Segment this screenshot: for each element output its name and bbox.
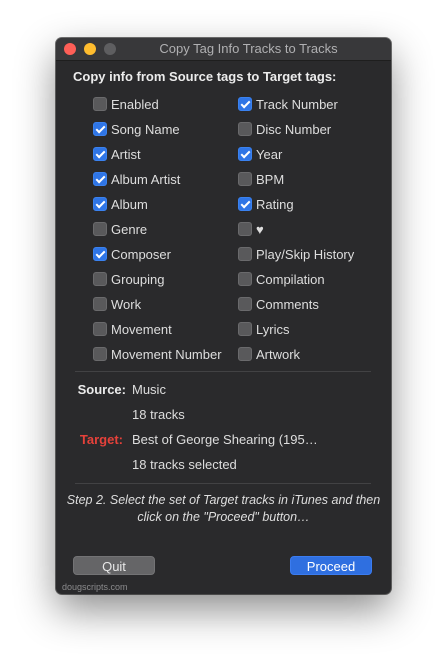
title-bar: Copy Tag Info Tracks to Tracks xyxy=(56,38,391,61)
checkbox-grouping[interactable] xyxy=(93,272,107,286)
checkbox-label-movement-number[interactable]: Movement Number xyxy=(111,347,222,362)
checkbox-genre[interactable] xyxy=(93,222,107,236)
tag-option-album[interactable]: Album xyxy=(93,196,148,212)
checkbox-label-rating[interactable]: Rating xyxy=(256,197,294,212)
checkbox-label-compilation[interactable]: Compilation xyxy=(256,272,325,287)
checkbox-label-composer[interactable]: Composer xyxy=(111,247,171,262)
tag-option-disc-number[interactable]: Disc Number xyxy=(238,121,331,137)
close-window-button[interactable] xyxy=(64,43,76,55)
checkbox-movement[interactable] xyxy=(93,322,107,336)
checkbox-label-grouping[interactable]: Grouping xyxy=(111,272,164,287)
minimize-window-button[interactable] xyxy=(84,43,96,55)
quit-button[interactable]: Quit xyxy=(73,556,155,575)
proceed-button[interactable]: Proceed xyxy=(290,556,372,575)
tag-option-artwork[interactable]: Artwork xyxy=(238,346,300,362)
tag-option-grouping[interactable]: Grouping xyxy=(93,271,164,287)
checkbox-label-bpm[interactable]: BPM xyxy=(256,172,284,187)
source-label: Source: xyxy=(77,382,126,397)
checkbox-enabled[interactable] xyxy=(93,97,107,111)
checkbox-label-artist[interactable]: Artist xyxy=(111,147,141,162)
tag-option-album-artist[interactable]: Album Artist xyxy=(93,171,180,187)
checkbox-label-play-skip-history[interactable]: Play/Skip History xyxy=(256,247,354,262)
checkbox-label-song-name[interactable]: Song Name xyxy=(111,122,180,137)
tag-option-play-skip-history[interactable]: Play/Skip History xyxy=(238,246,354,262)
checkbox-label-genre[interactable]: Genre xyxy=(111,222,147,237)
checkbox-label-work[interactable]: Work xyxy=(111,297,141,312)
tag-option-track-number[interactable]: Track Number xyxy=(238,96,338,112)
checkbox-label-disc-number[interactable]: Disc Number xyxy=(256,122,331,137)
checkbox-label-movement[interactable]: Movement xyxy=(111,322,172,337)
checkbox-label-album-artist[interactable]: Album Artist xyxy=(111,172,180,187)
checkbox-compilation[interactable] xyxy=(238,272,252,286)
checkbox-heart[interactable] xyxy=(238,222,252,236)
checkbox-comments[interactable] xyxy=(238,297,252,311)
target-label: Target: xyxy=(79,432,123,447)
tag-option-lyrics[interactable]: Lyrics xyxy=(238,321,289,337)
checkbox-artwork[interactable] xyxy=(238,347,252,361)
checkbox-label-lyrics[interactable]: Lyrics xyxy=(256,322,289,337)
instructions-heading: Copy info from Source tags to Target tag… xyxy=(73,69,337,84)
tag-option-rating[interactable]: Rating xyxy=(238,196,294,212)
checkbox-album-artist[interactable] xyxy=(93,172,107,186)
step-instructions: Step 2. Select the set of Target tracks … xyxy=(66,493,381,524)
checkbox-play-skip-history[interactable] xyxy=(238,247,252,261)
checkbox-track-number[interactable] xyxy=(238,97,252,111)
tag-option-comments[interactable]: Comments xyxy=(238,296,319,312)
dialog-window: Copy Tag Info Tracks to Tracks Copy info… xyxy=(56,38,391,594)
checkbox-label-heart[interactable]: ♥ xyxy=(256,222,264,237)
tag-option-song-name[interactable]: Song Name xyxy=(93,121,180,137)
tag-option-movement-number[interactable]: Movement Number xyxy=(93,346,222,362)
window-title: Copy Tag Info Tracks to Tracks xyxy=(159,41,338,56)
footer-credit: dougscripts.com xyxy=(62,582,128,592)
source-name: Music xyxy=(132,382,166,397)
checkbox-label-enabled[interactable]: Enabled xyxy=(111,97,159,112)
tag-option-compilation[interactable]: Compilation xyxy=(238,271,325,287)
divider-bottom xyxy=(75,483,371,484)
checkbox-song-name[interactable] xyxy=(93,122,107,136)
tag-option-enabled[interactable]: Enabled xyxy=(93,96,159,112)
checkbox-label-comments[interactable]: Comments xyxy=(256,297,319,312)
target-name: Best of George Shearing (195… xyxy=(132,432,318,447)
tag-option-movement[interactable]: Movement xyxy=(93,321,172,337)
checkbox-bpm[interactable] xyxy=(238,172,252,186)
checkbox-rating[interactable] xyxy=(238,197,252,211)
tag-option-year[interactable]: Year xyxy=(238,146,282,162)
checkbox-artist[interactable] xyxy=(93,147,107,161)
tag-option-bpm[interactable]: BPM xyxy=(238,171,284,187)
source-track-count: 18 tracks xyxy=(132,407,185,422)
checkbox-album[interactable] xyxy=(93,197,107,211)
checkbox-label-year[interactable]: Year xyxy=(256,147,282,162)
checkbox-lyrics[interactable] xyxy=(238,322,252,336)
divider-top xyxy=(75,371,371,372)
checkbox-work[interactable] xyxy=(93,297,107,311)
checkbox-year[interactable] xyxy=(238,147,252,161)
checkbox-composer[interactable] xyxy=(93,247,107,261)
tag-option-artist[interactable]: Artist xyxy=(93,146,141,162)
checkbox-disc-number[interactable] xyxy=(238,122,252,136)
zoom-window-button[interactable] xyxy=(104,43,116,55)
checkbox-label-album[interactable]: Album xyxy=(111,197,148,212)
target-track-count: 18 tracks selected xyxy=(132,457,237,472)
checkbox-label-track-number[interactable]: Track Number xyxy=(256,97,338,112)
tag-option-work[interactable]: Work xyxy=(93,296,141,312)
checkbox-label-artwork[interactable]: Artwork xyxy=(256,347,300,362)
tag-option-composer[interactable]: Composer xyxy=(93,246,171,262)
tag-option-genre[interactable]: Genre xyxy=(93,221,147,237)
checkbox-movement-number[interactable] xyxy=(93,347,107,361)
tag-option-heart[interactable]: ♥ xyxy=(238,221,264,237)
